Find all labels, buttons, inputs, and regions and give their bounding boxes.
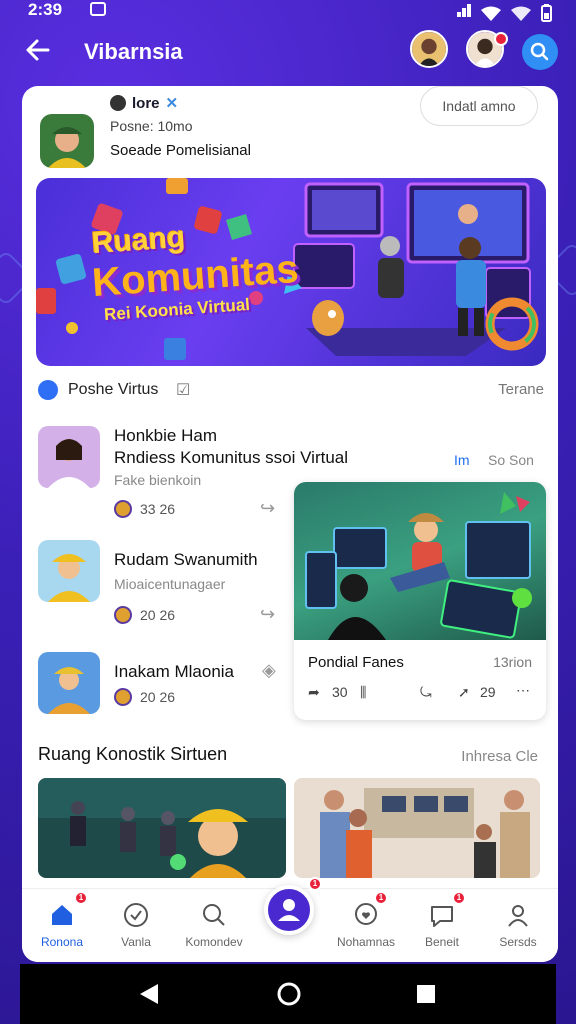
item-meta: 20 26	[114, 606, 175, 624]
search-button[interactable]	[522, 34, 558, 70]
item-count: 20 26	[140, 689, 176, 705]
home-circle-icon[interactable]	[276, 981, 302, 1007]
share-icon[interactable]: ➦	[308, 684, 320, 701]
search-icon	[203, 904, 225, 926]
profile-center-button[interactable]	[264, 885, 314, 935]
check-icon[interactable]: ☑	[176, 380, 190, 400]
side-duration: So Son	[488, 452, 534, 468]
nav-label: Beneit	[424, 935, 460, 949]
list-item[interactable]: Rudam Swanumith Mioaicentunagaer	[38, 540, 298, 610]
signal-icon	[456, 2, 471, 22]
share-icon[interactable]: ↪	[260, 604, 275, 625]
chat-icon	[431, 906, 453, 927]
chart-icon: ⫼	[360, 684, 367, 700]
featured-card[interactable]: Pondial Fanes 13rion ➦ 30 ⫼ ⤿ ➚ 29 ⋯	[294, 482, 546, 720]
ellipsis-icon[interactable]: ⋯	[516, 682, 530, 699]
system-navigation-bar	[20, 964, 556, 1024]
featured-image	[294, 482, 546, 640]
shield-icon	[110, 95, 126, 111]
share-count: 29	[480, 684, 496, 700]
hero-banner[interactable]: Ruang Komunitas Rei Koonia Virtual	[36, 178, 546, 366]
back-triangle-icon[interactable]	[138, 982, 160, 1006]
user-icon	[278, 899, 300, 921]
item-count: 20 26	[140, 607, 176, 623]
item-thumbnail	[38, 652, 100, 714]
avatar	[114, 688, 132, 706]
list-item[interactable]: Honkbie Ham Rndiess Komunitus ssoi Virtu…	[38, 426, 348, 496]
item-thumbnail	[38, 540, 100, 602]
check-circle-icon	[124, 903, 148, 927]
user-icon	[508, 905, 528, 927]
section-title: Poshe Virtus	[68, 381, 159, 398]
status-bar: 2:39	[0, 0, 576, 22]
status-time: 2:39	[28, 0, 63, 19]
nav-item-home[interactable]: 1 Ronona	[22, 891, 102, 949]
chat-heart-icon	[355, 903, 377, 925]
profile-name: lore ✕	[110, 94, 178, 112]
item-caption: Mioaicentunagaer	[114, 576, 226, 592]
side-link[interactable]: Im	[454, 452, 470, 468]
share-icon[interactable]: ↪	[260, 498, 275, 519]
notification-badge: 1	[74, 891, 88, 905]
avatar	[114, 500, 132, 518]
battery-icon	[541, 4, 552, 22]
nav-label: Sersds	[499, 935, 537, 949]
profile-name-text: lore	[132, 94, 160, 112]
item-thumbnail	[38, 426, 100, 488]
share-icon[interactable]: ➚	[458, 684, 470, 701]
section-more-link[interactable]: Terane	[498, 381, 544, 398]
avatar	[114, 606, 132, 624]
item-meta: 20 26	[114, 688, 175, 706]
verified-icon: ✕	[165, 95, 179, 112]
notification-badge: 1	[452, 891, 466, 905]
item-title: Honkbie Ham	[114, 426, 217, 445]
section-header: Poshe Virtus ☑ Terane	[38, 378, 544, 402]
app-header: Vibarnsia	[0, 30, 576, 76]
status-icons	[456, 2, 552, 22]
nav-label: Ronona	[40, 935, 84, 949]
wifi-icon	[481, 6, 501, 21]
page-title: Vibarnsia	[84, 39, 183, 64]
nav-label: Nohamnas	[336, 935, 396, 949]
notification-icon	[90, 2, 106, 16]
follow-button[interactable]: Indatl amno	[420, 86, 538, 126]
view-count: 30	[332, 684, 348, 700]
notification-badge: 1	[374, 891, 388, 905]
featured-title: Pondial Fanes	[308, 654, 404, 671]
community-tile[interactable]	[294, 778, 540, 878]
back-button[interactable]	[24, 36, 54, 66]
community-tile[interactable]	[38, 778, 286, 878]
section-more-link[interactable]: Inhresa Cle	[461, 748, 538, 765]
featured-duration: 13rion	[493, 654, 532, 670]
item-caption: Fake bienkoin	[114, 472, 202, 488]
arrow-left-icon	[26, 39, 50, 61]
notification-badge	[494, 32, 508, 46]
search-icon	[530, 42, 549, 61]
bottom-nav: 1 Ronona Vanla Komondev 1 1 Nohamnas 1 B…	[22, 877, 558, 962]
home-icon	[52, 905, 72, 925]
nav-item-vanla[interactable]: Vanla	[96, 901, 176, 949]
item-meta: 33 26	[114, 500, 175, 518]
profile-description: Soeade Pomelisianal	[110, 142, 251, 159]
wifi-icon	[511, 6, 531, 21]
avatar[interactable]	[410, 30, 448, 68]
location-icon	[38, 380, 58, 400]
repost-icon[interactable]: ⤿	[420, 684, 432, 701]
nav-item-komondev[interactable]: Komondev	[174, 901, 254, 949]
item-title: Rudam Swanumith	[114, 550, 258, 569]
item-title: Inakam Mlaonia	[114, 662, 235, 681]
eye-icon[interactable]: ◈	[262, 660, 276, 681]
profile-avatar[interactable]	[40, 114, 94, 168]
item-subtitle: Rndiess Komunitus ssoi Virtual	[114, 448, 349, 467]
notification-badge: 1	[308, 877, 322, 891]
item-count: 33 26	[140, 501, 176, 517]
nav-item-beneit[interactable]: 1 Beneit	[402, 891, 482, 949]
profile-subtitle: Posne: 10mo	[110, 118, 193, 134]
nav-label: Komondev	[185, 935, 243, 949]
recents-square-icon[interactable]	[416, 984, 436, 1004]
nav-item-sersds[interactable]: Sersds	[478, 901, 558, 949]
main-card: lore ✕ Posne: 10mo Soeade Pomelisianal I…	[22, 86, 558, 962]
nav-item-notifications[interactable]: 1 Nohamnas	[326, 891, 406, 949]
nav-label: Vanla	[121, 935, 151, 949]
